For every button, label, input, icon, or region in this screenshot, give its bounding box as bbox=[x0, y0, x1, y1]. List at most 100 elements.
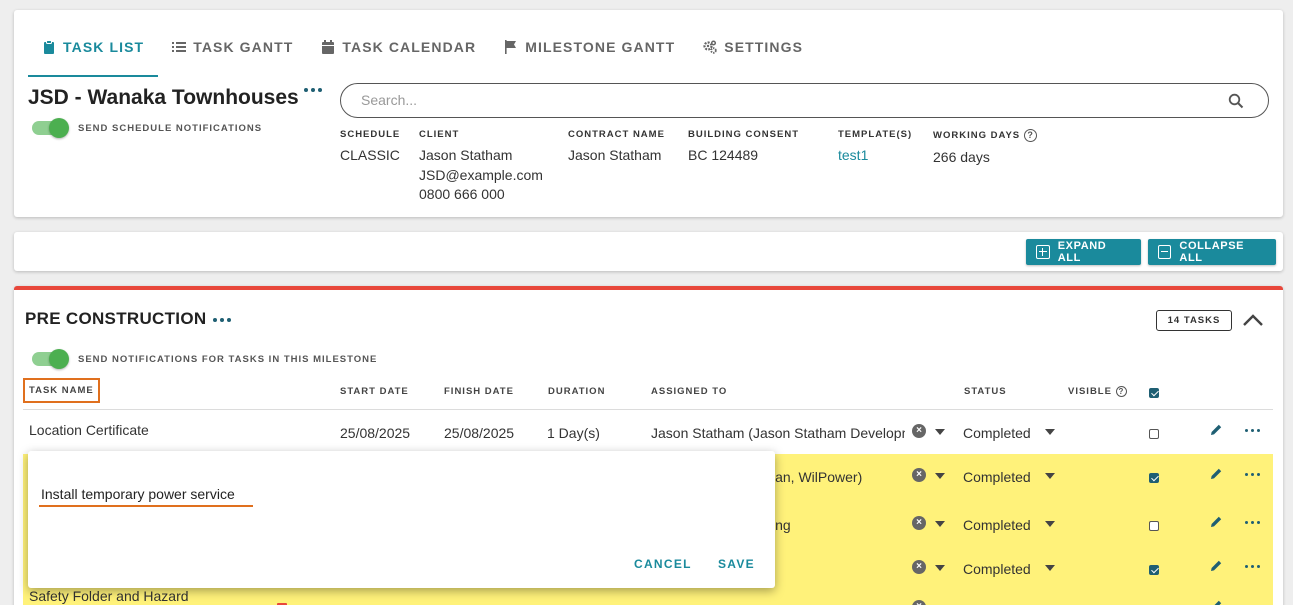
info-label: WORKING DAYS ? bbox=[933, 129, 1038, 142]
visible-checkbox[interactable] bbox=[1149, 470, 1159, 488]
collapse-all-button[interactable]: COLLAPSE ALL bbox=[1148, 239, 1276, 265]
start-date[interactable]: 25/08/2025 bbox=[340, 425, 410, 441]
view-tabs: TASK LIST TASK GANTT TASK CALENDAR MILES… bbox=[28, 35, 817, 77]
help-icon[interactable]: ? bbox=[1115, 386, 1127, 397]
pencil-icon[interactable] bbox=[1209, 423, 1223, 437]
expand-all-label: EXPAND ALL bbox=[1057, 240, 1107, 264]
row-more-icon[interactable] bbox=[1245, 473, 1260, 476]
chevron-down-icon[interactable] bbox=[1045, 429, 1055, 435]
search-input[interactable] bbox=[361, 92, 1201, 108]
status[interactable]: Completed bbox=[963, 561, 1031, 577]
milestone-notifications-toggle[interactable] bbox=[32, 349, 69, 369]
tab-settings[interactable]: SETTINGS bbox=[689, 35, 817, 77]
tab-task-list[interactable]: TASK LIST bbox=[28, 35, 159, 77]
chevron-down-icon[interactable] bbox=[935, 521, 945, 527]
clipboard-icon bbox=[44, 40, 54, 54]
pencil-icon[interactable] bbox=[1209, 599, 1223, 605]
info-value: 266 days bbox=[933, 149, 990, 165]
template-link[interactable]: test1 bbox=[838, 146, 912, 166]
status[interactable]: Completed bbox=[963, 425, 1031, 441]
chevron-down-icon[interactable] bbox=[1045, 565, 1055, 571]
task-name[interactable]: Safety Folder and Hazard bbox=[29, 588, 189, 604]
finish-date[interactable]: 25/08/2025 bbox=[444, 425, 514, 441]
visible-label: VISIBLE bbox=[1068, 386, 1112, 397]
visible-checkbox[interactable] bbox=[1149, 562, 1159, 580]
column-task-name[interactable]: TASK NAME bbox=[23, 378, 100, 403]
table-row[interactable]: Safety Folder and Hazard × bbox=[23, 586, 1273, 605]
column-duration[interactable]: DURATION bbox=[548, 386, 605, 397]
column-visible[interactable]: VISIBLE ? bbox=[1068, 386, 1127, 397]
row-more-icon[interactable] bbox=[1245, 429, 1260, 432]
info-value: Jason Statham JSD@example.com 0800 666 0… bbox=[419, 146, 543, 205]
visible-checkbox[interactable] bbox=[1149, 426, 1159, 444]
project-title: JSD - Wanaka Townhouses bbox=[28, 86, 299, 109]
tab-label: MILESTONE GANTT bbox=[525, 39, 676, 55]
chevron-down-icon[interactable] bbox=[1045, 473, 1055, 479]
pencil-icon[interactable] bbox=[1209, 515, 1223, 529]
info-label: TEMPLATE(S) bbox=[838, 129, 913, 140]
info-value: BC 124489 bbox=[688, 147, 759, 163]
tab-label: TASK CALENDAR bbox=[342, 39, 477, 55]
chevron-down-icon[interactable] bbox=[935, 473, 945, 479]
cancel-button[interactable]: CANCEL bbox=[634, 557, 692, 571]
chevron-down-icon[interactable] bbox=[935, 565, 945, 571]
checkbox[interactable] bbox=[1149, 388, 1159, 398]
project-more-icon[interactable] bbox=[304, 88, 322, 92]
working-days-label: WORKING DAYS bbox=[933, 130, 1021, 141]
duration[interactable]: 1 Day(s) bbox=[547, 425, 600, 441]
milestone-more-icon[interactable] bbox=[213, 318, 231, 322]
milestone-notifications-label: SEND NOTIFICATIONS FOR TASKS IN THIS MIL… bbox=[78, 353, 378, 365]
schedule-notifications-toggle[interactable] bbox=[32, 118, 69, 138]
expand-all-button[interactable]: EXPAND ALL bbox=[1026, 239, 1141, 265]
save-button[interactable]: SAVE bbox=[718, 557, 755, 571]
clear-icon[interactable]: × bbox=[912, 468, 926, 482]
task-name[interactable]: Location Certificate bbox=[29, 422, 149, 438]
chevron-down-icon[interactable] bbox=[935, 429, 945, 435]
info-client: CLIENT Jason Statham JSD@example.com 080… bbox=[419, 129, 543, 205]
column-status[interactable]: STATUS bbox=[964, 386, 1007, 397]
table-row[interactable]: Location Certificate 25/08/2025 25/08/20… bbox=[23, 410, 1273, 454]
assigned-to[interactable]: Jason Statham (Jason Statham Development… bbox=[651, 425, 905, 441]
status[interactable]: Completed bbox=[963, 517, 1031, 533]
checkbox[interactable] bbox=[1149, 429, 1159, 439]
tab-milestone-gantt[interactable]: MILESTONE GANTT bbox=[490, 35, 689, 77]
chevron-down-icon[interactable] bbox=[1045, 521, 1055, 527]
info-label: CLIENT bbox=[419, 129, 460, 140]
info-consent: BUILDING CONSENT BC 124489 bbox=[688, 129, 799, 166]
calendar-alert-icon bbox=[277, 603, 287, 605]
milestone-notifications-row: SEND NOTIFICATIONS FOR TASKS IN THIS MIL… bbox=[32, 349, 378, 369]
clear-icon[interactable]: × bbox=[912, 600, 926, 605]
column-start-date[interactable]: START DATE bbox=[340, 386, 409, 397]
tab-task-gantt[interactable]: TASK GANTT bbox=[158, 35, 307, 77]
checkbox[interactable] bbox=[1149, 473, 1159, 483]
assigned-to[interactable]: ian, WilPower) bbox=[772, 469, 862, 485]
visible-checkbox[interactable] bbox=[1149, 518, 1159, 536]
select-all-checkbox[interactable] bbox=[1149, 385, 1159, 403]
info-templates: TEMPLATE(S) test1 bbox=[838, 129, 912, 166]
status[interactable]: Completed bbox=[963, 469, 1031, 485]
help-icon[interactable]: ? bbox=[1024, 129, 1038, 142]
row-more-icon[interactable] bbox=[1245, 565, 1260, 568]
project-header-card: TASK LIST TASK GANTT TASK CALENDAR MILES… bbox=[14, 10, 1283, 217]
client-name: Jason Statham bbox=[419, 147, 513, 163]
chevron-up-icon[interactable] bbox=[1241, 310, 1265, 330]
pencil-icon[interactable] bbox=[1209, 559, 1223, 573]
minus-square-icon bbox=[1158, 245, 1172, 259]
clear-icon[interactable]: × bbox=[912, 560, 926, 574]
search-icon[interactable] bbox=[1228, 93, 1244, 109]
schedule-notifications-label: SEND SCHEDULE NOTIFICATIONS bbox=[78, 122, 263, 134]
row-more-icon[interactable] bbox=[1245, 521, 1260, 524]
clear-icon[interactable]: × bbox=[912, 516, 926, 530]
milestone-title: PRE CONSTRUCTION bbox=[25, 309, 207, 328]
clear-icon[interactable]: × bbox=[912, 424, 926, 438]
tab-task-calendar[interactable]: TASK CALENDAR bbox=[307, 35, 490, 77]
edit-task-name-popup: CANCEL SAVE bbox=[28, 451, 775, 588]
pencil-icon[interactable] bbox=[1209, 467, 1223, 481]
column-finish-date[interactable]: FINISH DATE bbox=[444, 386, 514, 397]
checkbox[interactable] bbox=[1149, 565, 1159, 575]
checkbox[interactable] bbox=[1149, 521, 1159, 531]
task-name-input[interactable] bbox=[39, 483, 253, 507]
search-box bbox=[340, 83, 1269, 118]
column-assigned-to[interactable]: ASSIGNED TO bbox=[651, 386, 727, 397]
info-label: BUILDING CONSENT bbox=[688, 129, 799, 140]
